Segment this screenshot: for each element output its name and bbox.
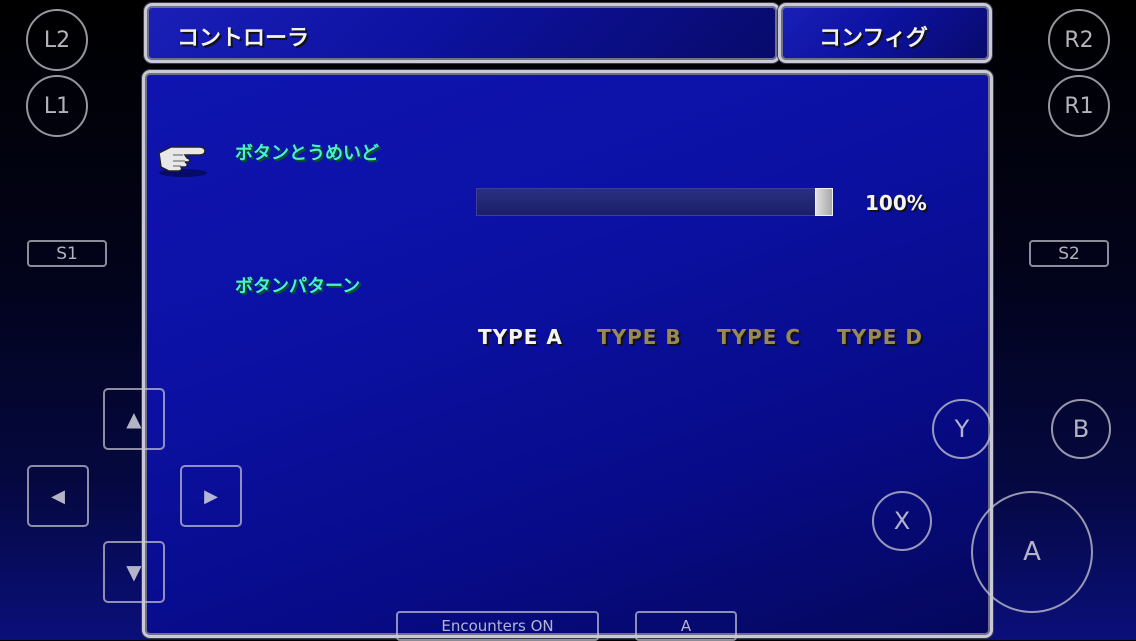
pattern-option-c[interactable]: TYPE C [717,325,801,349]
r1-button[interactable]: R1 [1048,75,1110,137]
title-window: コントローラ [144,3,780,63]
main-window: ボタンとうめいど 100% ボタンパターン TYPE A TYPE B TYPE… [142,70,993,638]
s1-button[interactable]: S1 [27,240,107,267]
menu-item-button-pattern[interactable]: ボタンパターン [235,272,360,298]
tab-window[interactable]: コンフィグ [778,3,992,63]
opacity-slider-thumb[interactable] [815,188,833,216]
r2-button[interactable]: R2 [1048,9,1110,71]
l2-button[interactable]: L2 [26,9,88,71]
page-title: コントローラ [177,26,310,51]
a-button[interactable]: A [971,491,1093,613]
dpad-left-button[interactable]: ◀ [27,465,89,527]
bottom-a-button[interactable]: A [635,611,737,641]
dpad-right-button[interactable]: ▶ [180,465,242,527]
pointing-hand-cursor-icon [158,146,207,177]
y-button[interactable]: Y [932,399,992,459]
s2-button[interactable]: S2 [1029,240,1109,267]
opacity-slider-track[interactable] [476,188,833,216]
pattern-option-d[interactable]: TYPE D [837,325,923,349]
l1-button[interactable]: L1 [26,75,88,137]
dpad-down-button[interactable]: ▼ [103,541,165,603]
opacity-value: 100% [865,191,927,215]
encounters-toggle-button[interactable]: Encounters ON [396,611,599,641]
pattern-option-b[interactable]: TYPE B [597,325,682,349]
menu-item-button-opacity[interactable]: ボタンとうめいど [235,139,379,165]
pattern-option-a[interactable]: TYPE A [478,325,563,349]
dpad-up-button[interactable]: ▲ [103,388,165,450]
x-button[interactable]: X [872,491,932,551]
b-button[interactable]: B [1051,399,1111,459]
tab-config[interactable]: コンフィグ [819,20,928,52]
